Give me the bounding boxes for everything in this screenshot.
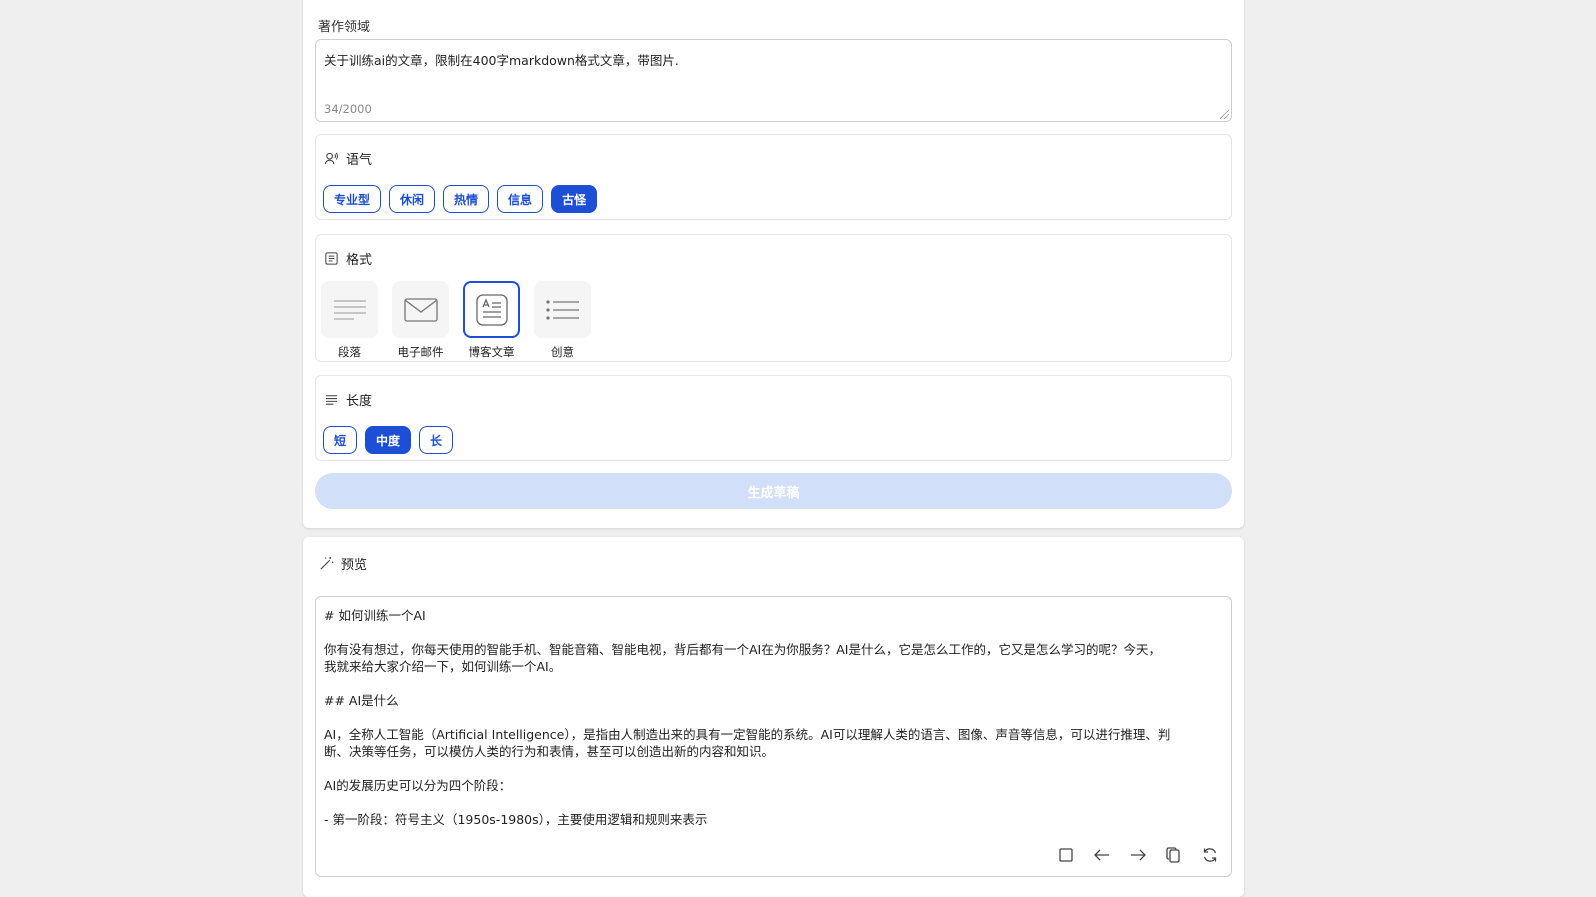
copy-button[interactable]	[1163, 844, 1185, 866]
preview-content: # 如何训练一个AI 你有没有想过，你每天使用的智能手机、智能音箱、智能电视，背…	[324, 608, 1171, 827]
tone-option-casual[interactable]: 休闲	[389, 185, 436, 213]
length-icon	[325, 395, 338, 405]
paragraph-icon	[333, 299, 366, 320]
compose-card: 著作领域 关于训练ai的文章，限制在400字markdown格式文章，带图片. …	[303, 0, 1244, 528]
format-header: 格式	[324, 249, 372, 268]
format-section: 格式 段落 电子邮件 博客文章 创意	[315, 234, 1232, 362]
stop-icon	[1059, 848, 1073, 862]
preview-card: 预览 # 如何训练一个AI 你有没有想过，你每天使用的智能手机、智能音箱、智能电…	[303, 537, 1244, 897]
list-icon	[545, 299, 579, 320]
tone-option-enthusiastic[interactable]: 热情	[443, 185, 490, 213]
preview-toolbar	[1055, 844, 1221, 866]
topic-textarea[interactable]: 关于训练ai的文章，限制在400字markdown格式文章，带图片. 34/20…	[315, 39, 1232, 122]
preview-header: 预览	[319, 554, 367, 573]
stop-button[interactable]	[1055, 844, 1077, 866]
magic-wand-icon	[320, 556, 334, 570]
length-title: 长度	[346, 394, 373, 409]
length-option-long[interactable]: 长	[419, 426, 454, 454]
format-options: 段落 电子邮件 博客文章 创意	[321, 281, 591, 360]
length-section: 长度 短 中度 长	[315, 375, 1232, 461]
preview-title: 预览	[341, 558, 368, 573]
format-option-email[interactable]: 电子邮件	[392, 281, 449, 360]
topic-label: 著作领域	[318, 20, 371, 35]
length-option-short[interactable]: 短	[323, 426, 358, 454]
format-icon	[325, 252, 338, 265]
tone-title: 语气	[346, 153, 373, 168]
topic-text: 关于训练ai的文章，限制在400字markdown格式文章，带图片.	[324, 53, 679, 68]
tone-header: 语气	[324, 149, 372, 168]
redo-icon	[1131, 849, 1146, 861]
tone-option-funny[interactable]: 古怪	[551, 185, 598, 213]
copy-icon	[1166, 847, 1180, 863]
format-title: 格式	[346, 253, 373, 268]
tone-option-professional[interactable]: 专业型	[323, 185, 382, 213]
length-header: 长度	[324, 390, 372, 409]
char-count: 34/2000	[324, 102, 372, 116]
regenerate-button[interactable]	[1199, 844, 1221, 866]
tone-option-informational[interactable]: 信息	[497, 185, 544, 213]
email-icon	[403, 297, 438, 322]
format-option-paragraph[interactable]: 段落	[321, 281, 378, 360]
generate-draft-button[interactable]: 生成草稿	[315, 473, 1232, 509]
resize-grip-icon[interactable]	[1220, 110, 1229, 119]
length-options: 短 中度 长	[323, 426, 454, 454]
redo-button[interactable]	[1127, 844, 1149, 866]
undo-icon	[1094, 849, 1109, 861]
tone-options: 专业型 休闲 热情 信息 古怪	[323, 185, 598, 213]
tone-icon	[324, 152, 338, 165]
regenerate-icon	[1203, 848, 1217, 862]
undo-button[interactable]	[1091, 844, 1113, 866]
format-option-creative[interactable]: 创意	[534, 281, 591, 360]
format-option-blog-post[interactable]: 博客文章	[463, 281, 520, 360]
length-option-medium[interactable]: 中度	[365, 426, 412, 454]
preview-output[interactable]: # 如何训练一个AI 你有没有想过，你每天使用的智能手机、智能音箱、智能电视，背…	[315, 596, 1232, 877]
tone-section: 语气 专业型 休闲 热情 信息 古怪	[315, 134, 1232, 220]
blog-post-icon	[475, 293, 508, 326]
